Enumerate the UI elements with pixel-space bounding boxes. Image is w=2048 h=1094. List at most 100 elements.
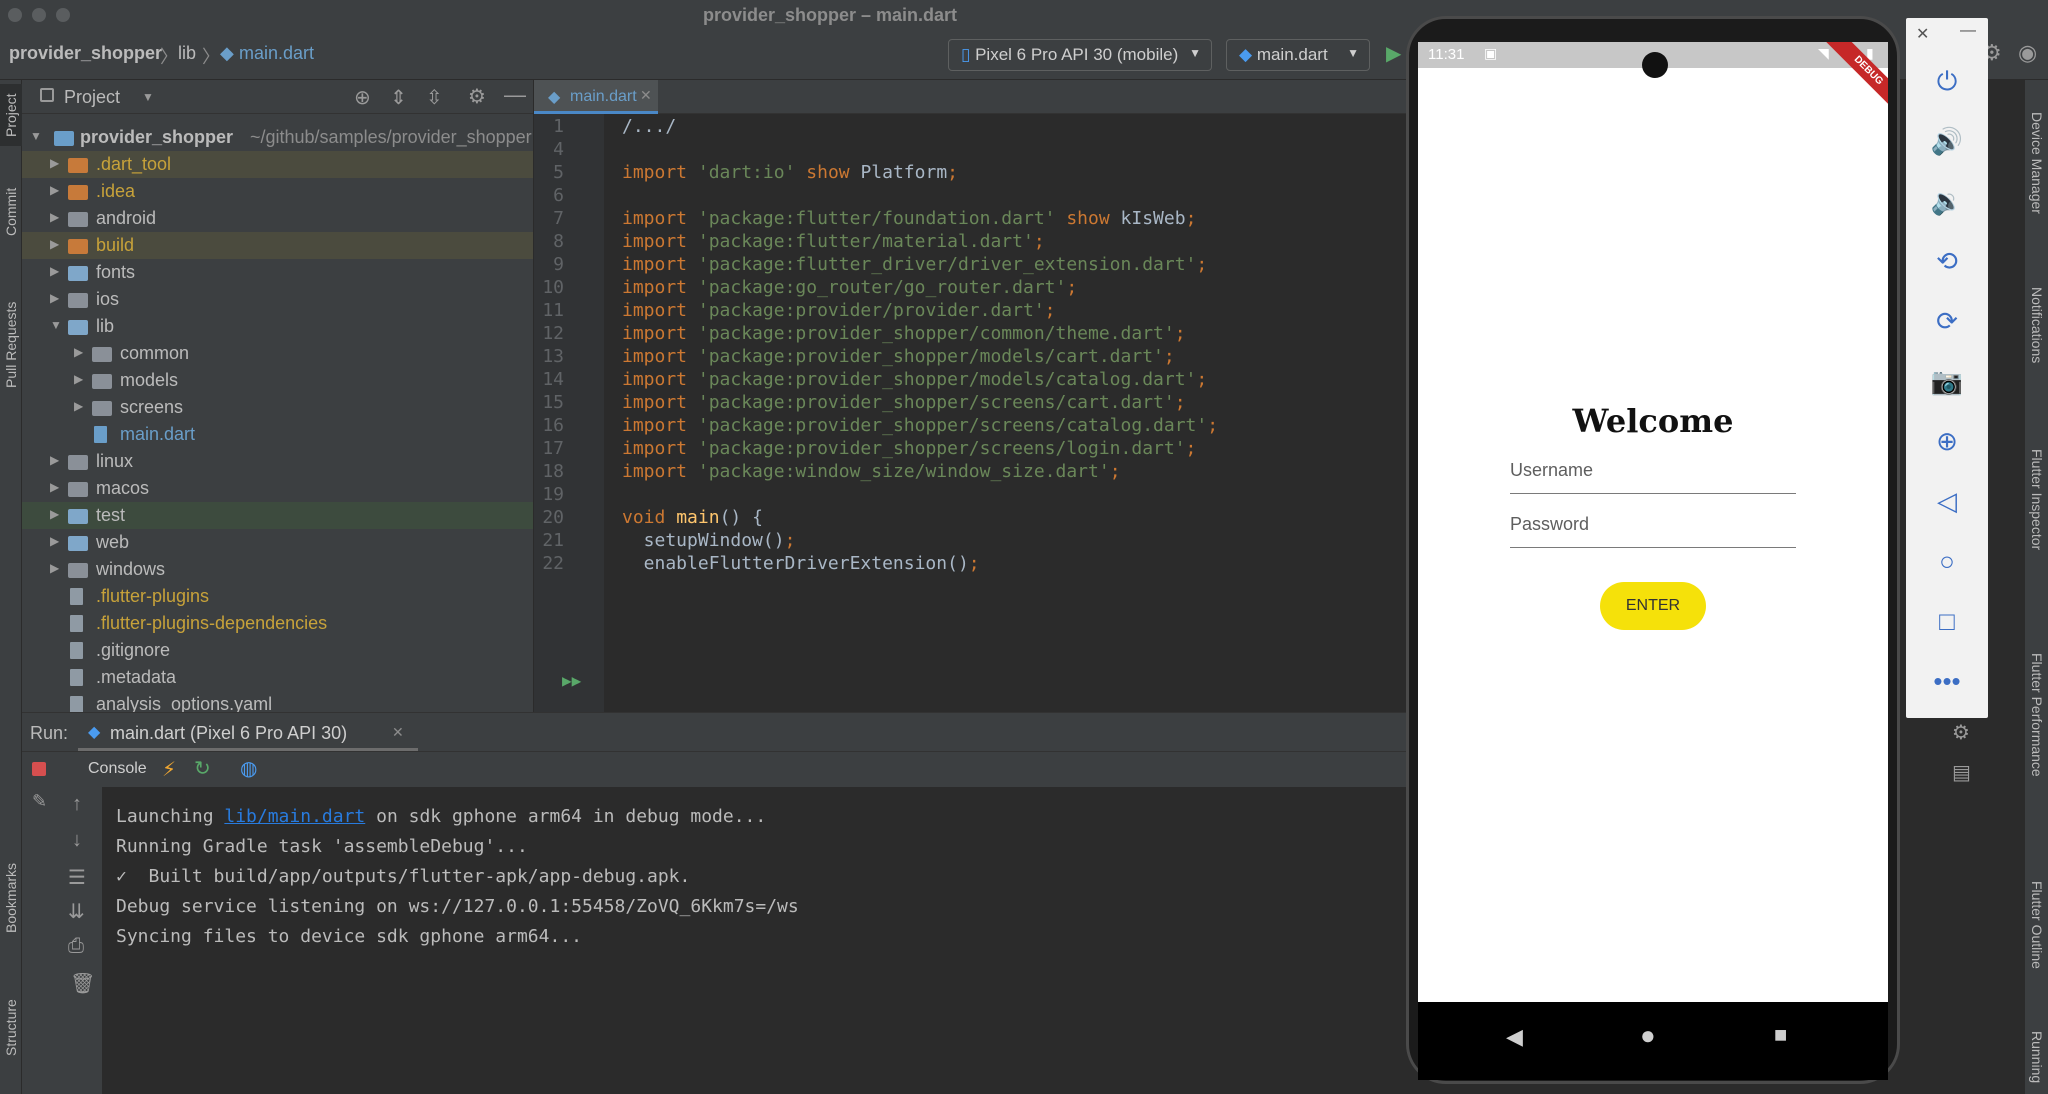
breadcrumb-file[interactable]: main.dart xyxy=(239,43,314,64)
run-config-selector[interactable]: ◆ main.dart ▼ xyxy=(1226,39,1370,71)
home-icon[interactable]: ○ xyxy=(1930,544,1964,578)
chevron-right-icon[interactable]: ▶ xyxy=(50,453,59,467)
tree-item[interactable]: .metadata xyxy=(22,664,533,691)
zoom-icon[interactable]: ⊕ xyxy=(1930,424,1964,458)
arrow-down-icon[interactable]: ↓ xyxy=(72,829,82,852)
close-tab-icon[interactable]: ✕ xyxy=(392,724,404,741)
soft-wrap-icon[interactable]: ☰ xyxy=(68,865,86,890)
locate-icon[interactable]: ⊕ xyxy=(354,85,371,110)
enter-button[interactable]: ENTER xyxy=(1600,582,1706,630)
volume-up-icon[interactable]: 🔊 xyxy=(1930,124,1964,158)
tree-item[interactable]: ▶ .dart_tool xyxy=(22,151,533,178)
chevron-right-icon[interactable]: ▶ xyxy=(50,561,59,575)
run-gutter-icon[interactable]: ▶▶ xyxy=(562,671,581,690)
chevron-right-icon[interactable]: ▶ xyxy=(50,534,59,548)
tool-tab-running-devices[interactable]: Running Devices xyxy=(2025,1020,2048,1094)
project-view-label[interactable]: Project xyxy=(64,87,120,108)
breadcrumb-lib[interactable]: lib xyxy=(178,43,196,64)
back-icon[interactable]: ◁ xyxy=(1930,484,1964,518)
tree-item[interactable]: ▶ screens xyxy=(22,394,533,421)
trash-icon[interactable]: 🗑 xyxy=(70,971,95,996)
tree-item[interactable]: ▼ lib xyxy=(22,313,533,340)
tool-tab-flutter-performance[interactable]: Flutter Performance xyxy=(2025,600,2048,830)
more-icon[interactable]: ••• xyxy=(1930,664,1964,698)
console-file-link[interactable]: lib/main.dart xyxy=(224,806,365,827)
home-icon[interactable]: ● xyxy=(1640,1020,1656,1051)
tree-item[interactable]: ▶ web xyxy=(22,529,533,556)
camera-icon[interactable]: 📷 xyxy=(1930,364,1964,398)
tool-tab-structure[interactable]: Structure xyxy=(0,988,22,1068)
devtools-icon[interactable]: ◍ xyxy=(240,756,257,781)
tool-tab-notifications[interactable]: Notifications xyxy=(2025,260,2048,390)
tree-item[interactable]: ▶ android xyxy=(22,205,533,232)
chevron-right-icon[interactable]: ▶ xyxy=(50,507,59,521)
stop-icon[interactable] xyxy=(32,762,46,776)
code-editor[interactable]: 1 /.../ 4 5 import 'dart:io' show Platform; 6… xyxy=(534,114,1406,712)
chevron-right-icon[interactable]: ▶ xyxy=(50,210,59,224)
tree-item[interactable]: ▶ windows xyxy=(22,556,533,583)
expand-all-icon[interactable]: ⇕ xyxy=(390,85,407,110)
run-icon[interactable]: ▶ xyxy=(1386,41,1401,66)
tree-item[interactable]: ▶ ios xyxy=(22,286,533,313)
rotate-right-icon[interactable]: ⟳ xyxy=(1930,304,1964,338)
tool-tab-bookmarks[interactable]: Bookmarks xyxy=(0,855,22,941)
tool-tab-project[interactable]: Project xyxy=(0,84,22,146)
hot-reload-icon[interactable]: ⚡ xyxy=(162,757,176,782)
layout-icon[interactable]: ▤ xyxy=(1952,760,1971,785)
tree-item[interactable]: ▶ macos xyxy=(22,475,533,502)
device-screen[interactable]: 11:31 ▣ ◥ ▮ DEBUG Welcome Username Passw… xyxy=(1418,42,1888,1080)
hide-panel-icon[interactable]: — xyxy=(504,82,526,108)
tool-tab-flutter-inspector[interactable]: Flutter Inspector xyxy=(2025,410,2048,590)
overview-icon[interactable]: □ xyxy=(1930,604,1964,638)
tree-item[interactable]: ▶ build xyxy=(22,232,533,259)
tree-item[interactable]: ▶ common xyxy=(22,340,533,367)
tree-item[interactable]: ▶ linux xyxy=(22,448,533,475)
password-field[interactable]: Password xyxy=(1510,508,1796,548)
tree-item[interactable]: .flutter-plugins xyxy=(22,583,533,610)
arrow-up-icon[interactable]: ↑ xyxy=(72,793,82,816)
chevron-right-icon[interactable]: ▶ xyxy=(74,399,83,413)
chevron-right-icon[interactable]: ▶ xyxy=(50,264,59,278)
chevron-right-icon[interactable]: ▶ xyxy=(50,237,59,251)
recents-icon[interactable]: ■ xyxy=(1774,1022,1787,1048)
tool-tab-pull-requests[interactable]: Pull Requests xyxy=(0,286,22,404)
settings-icon[interactable]: ⚙ xyxy=(1952,720,1970,745)
breadcrumb-project[interactable]: provider_shopper xyxy=(9,43,162,64)
pin-icon[interactable]: ✎ xyxy=(32,791,47,812)
chevron-right-icon[interactable]: ▶ xyxy=(50,183,59,197)
tool-tab-flutter-outline[interactable]: Flutter Outline xyxy=(2025,850,2048,1000)
tree-item[interactable]: main.dart xyxy=(22,421,533,448)
chevron-down-icon[interactable]: ▼ xyxy=(142,90,154,104)
volume-down-icon[interactable]: 🔉 xyxy=(1930,184,1964,218)
power-icon[interactable]: ⏻ xyxy=(1930,64,1964,98)
console-tab[interactable]: Console xyxy=(78,760,157,778)
print-icon[interactable]: ⎙ xyxy=(68,935,84,958)
scroll-to-end-icon[interactable]: ⇊ xyxy=(68,899,85,924)
tool-tab-commit[interactable]: Commit xyxy=(0,180,22,244)
rotate-left-icon[interactable]: ⟲ xyxy=(1930,244,1964,278)
tree-item[interactable]: .flutter-plugins-dependencies xyxy=(22,610,533,637)
close-tab-icon[interactable]: ✕ xyxy=(640,87,652,104)
tree-item[interactable]: analysis_options.yaml xyxy=(22,691,533,712)
chevron-right-icon[interactable]: ▶ xyxy=(74,372,83,386)
chevron-down-icon[interactable]: ▼ xyxy=(50,318,62,332)
collapse-all-icon[interactable]: ⇳ xyxy=(426,85,443,110)
tree-item[interactable]: .gitignore xyxy=(22,637,533,664)
chevron-right-icon[interactable]: ▶ xyxy=(74,345,83,359)
tool-tab-device-manager[interactable]: Device Manager xyxy=(2025,88,2048,238)
tree-item[interactable]: ▶ .idea xyxy=(22,178,533,205)
tree-root[interactable]: ▼ provider_shopper ~/github/samples/prov… xyxy=(22,124,533,151)
username-field[interactable]: Username xyxy=(1510,454,1796,494)
back-icon[interactable]: ◀ xyxy=(1506,1024,1523,1050)
tree-item[interactable]: ▶ models xyxy=(22,367,533,394)
tree-item[interactable]: ▶ fonts xyxy=(22,259,533,286)
gear-icon[interactable]: ⚙ xyxy=(468,84,486,109)
close-icon[interactable]: ✕ xyxy=(1916,24,1929,44)
chevron-right-icon[interactable]: ▶ xyxy=(50,156,59,170)
chevron-right-icon[interactable]: ▶ xyxy=(50,291,59,305)
tree-item[interactable]: ▶ test xyxy=(22,502,533,529)
minimize-icon[interactable]: — xyxy=(1960,22,1976,40)
run-tab[interactable]: ◆ main.dart (Pixel 6 Pro API 30) ✕ xyxy=(78,713,418,751)
hot-restart-icon[interactable]: ↻ xyxy=(194,756,211,781)
device-selector[interactable]: ▯ Pixel 6 Pro API 30 (mobile) ▼ xyxy=(948,39,1212,71)
